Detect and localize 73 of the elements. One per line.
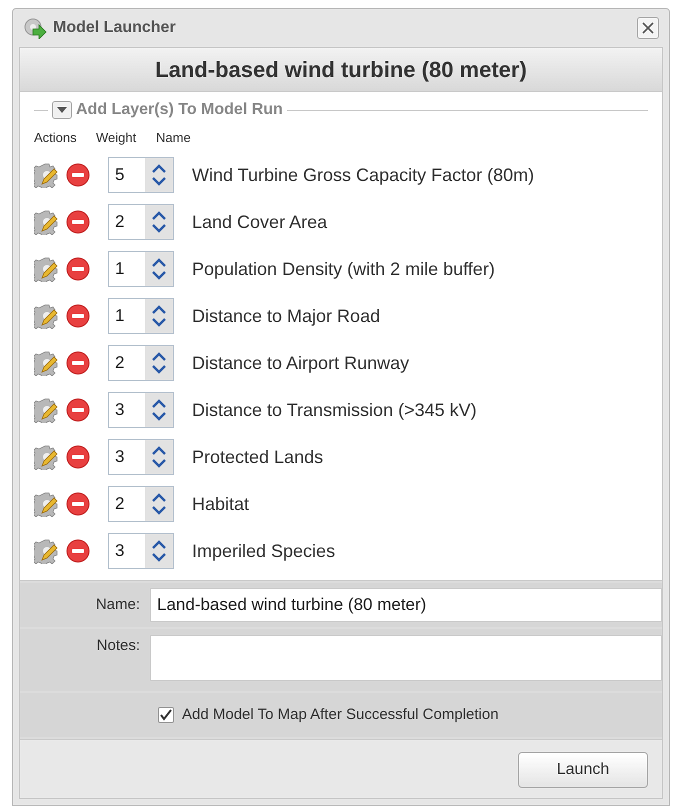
layer-name: Habitat [192, 492, 250, 516]
layer-name: Population Density (with 2 mile buffer) [192, 258, 495, 281]
chevron-down-icon[interactable] [151, 506, 167, 515]
chevron-down-icon[interactable] [151, 459, 167, 468]
weight-spinner[interactable]: 3 [108, 392, 174, 428]
chevron-up-icon[interactable] [151, 164, 167, 173]
layer-name: Wind Turbine Gross Capacity Factor (80m) [192, 164, 534, 187]
checkbox[interactable] [158, 707, 174, 723]
column-header: Actions [34, 129, 78, 147]
chevron-up-icon[interactable] [151, 258, 167, 267]
weight-spinner[interactable]: 1 [108, 298, 174, 334]
remove-icon[interactable] [66, 210, 90, 234]
chevron-down-icon[interactable] [151, 271, 167, 280]
remove-icon[interactable] [66, 163, 90, 187]
chevron-up-icon[interactable] [151, 446, 167, 455]
chevron-down-icon[interactable] [151, 365, 167, 374]
remove-icon[interactable] [66, 445, 90, 469]
layer-name: Protected Lands [192, 446, 324, 468]
weight-spinner[interactable]: 2 [108, 345, 174, 381]
launch-button[interactable]: Launch [518, 752, 648, 788]
layer-name: Distance to Airport Runway [192, 352, 410, 375]
layer-name: Distance to Major Road [192, 304, 380, 328]
weight-spinner[interactable]: 3 [108, 439, 174, 475]
layer-name: Land Cover Area [192, 210, 328, 234]
chevron-up-icon[interactable] [151, 352, 167, 361]
gear-pencil-icon[interactable] [34, 162, 60, 188]
caret-icon [57, 107, 67, 113]
gear-pencil-icon[interactable] [34, 538, 60, 564]
chevron-up-icon[interactable] [151, 540, 167, 549]
chevron-down-icon[interactable] [151, 177, 167, 186]
checkbox-label: Add Model To Map After Successful Completion [182, 704, 499, 725]
remove-icon[interactable] [66, 351, 90, 375]
remove-icon[interactable] [66, 304, 90, 328]
window-title: Model Launcher [53, 18, 176, 38]
weight-spinner[interactable]: 3 [108, 533, 174, 569]
chevron-down-icon[interactable] [151, 224, 167, 233]
gear-pencil-icon[interactable] [34, 444, 60, 470]
gear-pencil-icon[interactable] [34, 397, 60, 423]
weight-spinner[interactable]: 2 [108, 486, 174, 522]
chevron-up-icon[interactable] [151, 399, 167, 408]
chevron-down-icon[interactable] [151, 412, 167, 421]
layer-name: Imperiled Species [192, 540, 336, 563]
remove-icon[interactable] [66, 492, 90, 516]
chevron-down-icon[interactable] [151, 318, 167, 327]
notes-field[interactable] [150, 635, 662, 681]
gear-arrow-icon [23, 17, 47, 39]
chevron-up-icon[interactable] [151, 211, 167, 220]
column-header: Weight [96, 129, 138, 147]
field-label: Name: [94, 594, 141, 615]
gear-pencil-icon[interactable] [34, 209, 60, 235]
collapse-toggle[interactable] [52, 101, 72, 119]
weight-spinner[interactable]: 5 [108, 157, 174, 193]
field-label: Notes: [96, 636, 141, 656]
model-title: Land-based wind turbine (80 meter) [155, 56, 527, 84]
close-icon [642, 22, 654, 34]
weight-spinner[interactable]: 2 [108, 204, 174, 240]
layer-name: Distance to Transmission (>345 kV) [192, 398, 477, 422]
chevron-down-icon[interactable] [151, 553, 167, 562]
name-field[interactable]: Land-based wind turbine (80 meter) [150, 588, 662, 622]
gear-pencil-icon[interactable] [34, 350, 60, 376]
remove-icon[interactable] [66, 398, 90, 422]
gear-pencil-icon[interactable] [34, 256, 60, 282]
chevron-up-icon[interactable] [151, 305, 167, 314]
remove-icon[interactable] [66, 257, 90, 281]
weight-spinner[interactable]: 1 [108, 251, 174, 287]
gear-pencil-icon[interactable] [34, 491, 60, 517]
remove-icon[interactable] [66, 539, 90, 563]
column-header: Name [156, 129, 191, 147]
chevron-up-icon[interactable] [151, 493, 167, 502]
close-button[interactable] [637, 17, 659, 39]
gear-pencil-icon[interactable] [34, 303, 60, 329]
section-legend: Add Layer(s) To Model Run [76, 98, 283, 122]
check-icon [160, 709, 172, 721]
